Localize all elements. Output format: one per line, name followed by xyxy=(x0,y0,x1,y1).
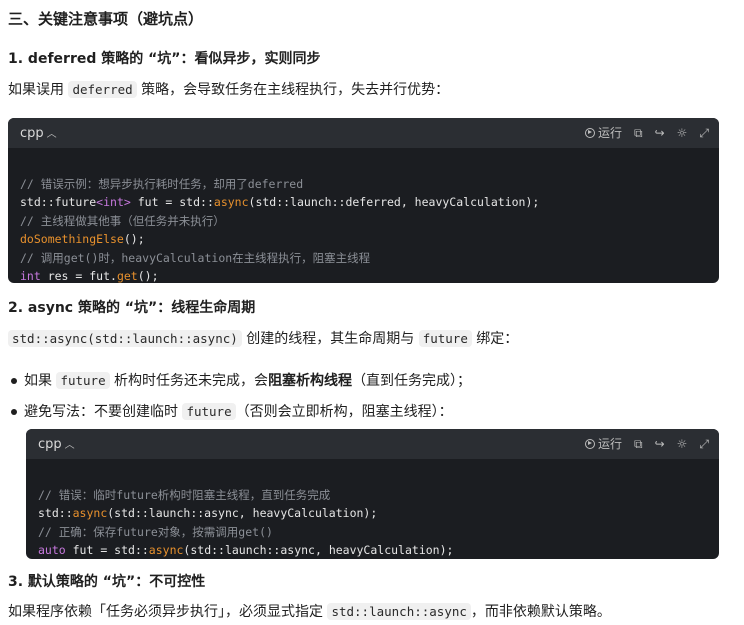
section-title: 三、关键注意事项（避坑点） xyxy=(8,10,204,28)
code-line: // 错误示例：想异步执行耗时任务，却用了deferred xyxy=(20,176,304,191)
code-line: auto fut = std::async(std::launch::async… xyxy=(38,543,454,557)
inline-code: future xyxy=(56,372,110,389)
code-toolbar: 运行 ⧉ ↪ ☼ ⤢ xyxy=(584,435,709,452)
code-line: // 错误：临时future析构时阻塞主线程，直到任务完成 xyxy=(38,487,331,502)
inline-code: std::async(std::launch::async) xyxy=(8,330,242,347)
code-line: doSomethingElse(); xyxy=(20,232,145,246)
play-icon xyxy=(584,127,595,138)
code-line: std::future<int> fut = std::async(std::l… xyxy=(20,195,540,209)
code-header: cpp ︿ 运行 ⧉ ↪ ☼ ⤢ xyxy=(8,118,719,148)
s3-title: 3. 默认策略的 “坑”：不可控性 xyxy=(8,574,206,590)
run-button[interactable]: 运行 xyxy=(584,435,622,452)
code-line: std::async(std::launch::async, heavyCalc… xyxy=(38,506,378,520)
code-line: // 调用get()时，heavyCalculation在主线程执行，阻塞主线程 xyxy=(20,250,371,265)
s1-title: 1. deferred 策略的 “坑”：看似异步，实则同步 xyxy=(8,51,321,67)
bullet-dot xyxy=(11,409,17,415)
code-block-2: cpp ︿ 运行 ⧉ ↪ ☼ ⤢ // 错误：临时future析构时阻塞主线程，直… xyxy=(26,429,719,559)
s2-bullet-1: 如果 future 析构时任务还未完成，会阻塞析构线程（直到任务完成）； xyxy=(24,372,472,389)
code-block-1: cpp ︿ 运行 ⧉ ↪ ☼ ⤢ // 错误示例：想异步执行耗时任务，却用了def… xyxy=(8,118,719,283)
code-body: // 错误示例：想异步执行耗时任务，却用了deferredstd::future… xyxy=(8,148,719,284)
code-line: // 主线程做其他事（但任务并未执行） xyxy=(20,213,225,228)
theme-icon[interactable]: ☼ xyxy=(677,127,688,139)
run-button[interactable]: 运行 xyxy=(584,124,622,141)
code-language[interactable]: cpp ︿ xyxy=(38,436,75,452)
s1-paragraph: 如果误用 deferred 策略，会导致任务在主线程执行，失去并行优势： xyxy=(8,79,449,99)
copy-icon[interactable]: ⧉ xyxy=(634,127,643,139)
s2-paragraph: std::async(std::launch::async) 创建的线程，其生命… xyxy=(8,328,518,348)
inline-code: std::launch::async xyxy=(327,603,471,620)
bullet-dot xyxy=(11,378,17,384)
expand-icon[interactable]: ⤢ xyxy=(699,127,709,139)
inline-code: deferred xyxy=(68,81,137,98)
expand-icon[interactable]: ⤢ xyxy=(699,438,709,450)
s1-para-text-end: 策略，会导致任务在主线程执行，失去并行优势： xyxy=(136,82,450,98)
code-language[interactable]: cpp ︿ xyxy=(20,125,57,141)
share-icon[interactable]: ↪ xyxy=(655,127,665,139)
code-line: // 正确：保存future对象，按需调用get() xyxy=(38,524,273,539)
code-header: cpp ︿ 运行 ⧉ ↪ ☼ ⤢ xyxy=(26,429,719,459)
inline-code: future xyxy=(182,403,236,420)
s1-para-text: 如果误用 xyxy=(8,82,69,98)
code-line: int res = fut.get(); xyxy=(20,269,159,283)
share-icon[interactable]: ↪ xyxy=(655,438,665,450)
s2-bullet-2: 避免写法：不要创建临时 future （否则会立即析构，阻塞主线程）： xyxy=(24,403,453,420)
caret-up-icon: ︿ xyxy=(64,440,75,451)
play-icon xyxy=(584,438,595,449)
theme-icon[interactable]: ☼ xyxy=(677,438,688,450)
caret-up-icon: ︿ xyxy=(46,129,57,140)
copy-icon[interactable]: ⧉ xyxy=(634,438,643,450)
inline-code: future xyxy=(418,330,472,347)
code-toolbar: 运行 ⧉ ↪ ☼ ⤢ xyxy=(584,124,709,141)
s2-title: 2. async 策略的 “坑”：线程生命周期 xyxy=(8,300,256,316)
s3-paragraph: 如果程序依赖「任务必须异步执行」，必须显式指定 std::launch::asy… xyxy=(8,603,611,620)
code-body: // 错误：临时future析构时阻塞主线程，直到任务完成std::async(… xyxy=(26,459,719,559)
